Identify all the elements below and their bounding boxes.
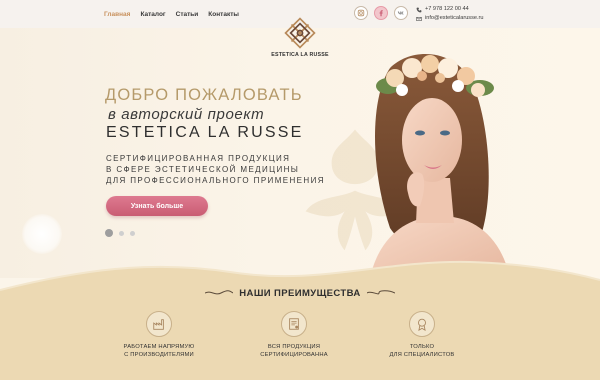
certificate-icon: [281, 311, 307, 337]
hero-portrait-image: [370, 54, 510, 278]
social-links: [354, 6, 408, 20]
instagram-icon[interactable]: [354, 6, 368, 20]
contacts: +7 978 122 00 44 info@esteticalarusse.ru: [416, 5, 484, 23]
phone-number[interactable]: +7 978 122 00 44: [425, 5, 469, 14]
nav-item-articles[interactable]: Статьи: [176, 11, 199, 18]
site-logo[interactable]: ESTETICA LA RUSSE: [268, 16, 332, 58]
email-address[interactable]: info@esteticalarusse.ru: [425, 14, 484, 23]
factory-icon: [146, 311, 172, 337]
advantage-label: ТОЛЬКО ДЛЯ СПЕЦИАЛИСТОВ: [389, 344, 455, 358]
advantage-label: РАБОТАЕМ НАПРЯМУЮ С ПРОИЗВОДИТЕЛЯМИ: [123, 344, 195, 358]
slider-dot-2[interactable]: [119, 230, 124, 236]
nav-item-catalog[interactable]: Каталог: [140, 11, 165, 18]
title-flourish-right: [367, 290, 395, 295]
advantage-label: ВСЯ ПРОДУКЦИЯ СЕРТИФИЦИРОВАННА: [260, 344, 328, 358]
learn-more-button[interactable]: Узнать больше: [106, 196, 208, 216]
vk-icon[interactable]: [394, 6, 408, 20]
hero-welcome: ДОБРО ПОЖАЛОВАТЬ: [105, 86, 303, 104]
advantage-item-direct: РАБОТАЕМ НАПРЯМУЮ С ПРОИЗВОДИТЕЛЯМИ: [104, 311, 214, 359]
hero-description: СЕРТИФИЦИРОВАННАЯ ПРОДУКЦИЯ В СФЕРЕ ЭСТЕ…: [106, 154, 325, 185]
nav-item-home[interactable]: Главная: [104, 11, 130, 18]
advantage-item-certified: ВСЯ ПРОДУКЦИЯ СЕРТИФИЦИРОВАННА: [239, 311, 349, 359]
hero-subheading: в авторский проект: [108, 106, 265, 123]
nav-item-contacts[interactable]: Контакты: [208, 11, 239, 18]
main-nav: Главная Каталог Статьи Контакты: [104, 11, 239, 18]
award-icon: [409, 311, 435, 337]
advantage-item-specialists: ТОЛЬКО ДЛЯ СПЕЦИАЛИСТОВ: [367, 311, 477, 359]
slider-dots: [105, 229, 135, 237]
logo-text: ESTETICA LA RUSSE: [271, 52, 329, 58]
facebook-icon[interactable]: [374, 6, 388, 20]
logo-emblem-icon: [284, 17, 316, 49]
hero-brand: ESTETICA LA RUSSE: [106, 124, 304, 141]
bokeh-decoration: [22, 214, 62, 254]
slider-dot-1[interactable]: [105, 229, 113, 237]
slider-dot-3[interactable]: [130, 230, 135, 236]
mail-icon: [416, 16, 422, 21]
phone-icon: [416, 7, 422, 12]
